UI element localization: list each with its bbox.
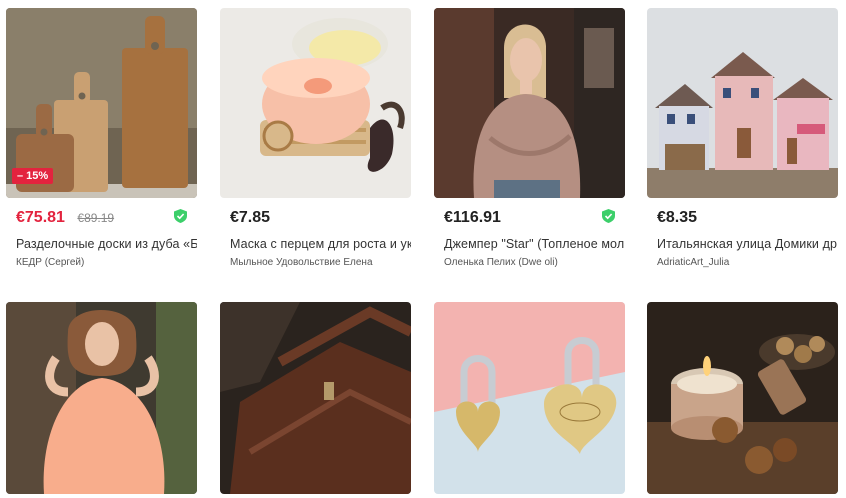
product-title[interactable]: Разделочные доски из дуба «Б… (16, 237, 197, 251)
product-title[interactable]: Маска с перцем для роста и ук… (230, 237, 411, 251)
product-price: €75.81 (16, 209, 65, 226)
product-image-peach-dress[interactable] (6, 302, 197, 494)
shop-name[interactable]: Оленька Пелих (Dwe oli) (444, 257, 625, 268)
product-price: €8.35 (657, 209, 698, 226)
product-card[interactable] (6, 302, 197, 494)
verified-shield-icon (174, 209, 187, 223)
product-price: €116.91 (444, 209, 501, 226)
product-card[interactable]: €116.91 Джемпер "Star" (Топленое мол… Ол… (434, 8, 625, 268)
shop-name[interactable]: КЕДР (Сергей) (16, 257, 197, 268)
product-old-price: €89.19 (77, 211, 115, 225)
product-image-oak-cutting-boards[interactable]: – 15% (6, 8, 197, 198)
product-card[interactable]: €8.35 Итальянская улица Домики др… Adria… (647, 8, 838, 268)
product-image-wooden-houses[interactable] (647, 8, 838, 198)
product-card[interactable]: €7.85 Маска с перцем для роста и ук… Мыл… (220, 8, 411, 268)
product-image-love-padlocks[interactable] (434, 302, 625, 494)
verified-shield-icon (602, 209, 615, 223)
shop-name[interactable]: Мыльное Удовольствие Елена (230, 257, 411, 268)
product-card[interactable] (647, 302, 838, 494)
product-image-candle-nuts[interactable] (647, 302, 838, 494)
shop-name[interactable]: AdriaticArt_Julia (657, 257, 838, 268)
product-title[interactable]: Джемпер "Star" (Топленое мол… (444, 237, 625, 251)
discount-badge: – 15% (12, 168, 54, 184)
product-image-pepper-hair-mask[interactable] (220, 8, 411, 198)
product-title[interactable]: Итальянская улица Домики др… (657, 237, 838, 251)
product-card[interactable]: – 15% €75.81 €89.19 Разделочные доски из… (6, 8, 197, 268)
product-price: €7.85 (230, 209, 271, 226)
product-card[interactable] (220, 302, 411, 494)
product-card[interactable] (434, 302, 625, 494)
product-image-leather-bag[interactable] (220, 302, 411, 494)
product-image-knit-jumper[interactable] (434, 8, 625, 198)
